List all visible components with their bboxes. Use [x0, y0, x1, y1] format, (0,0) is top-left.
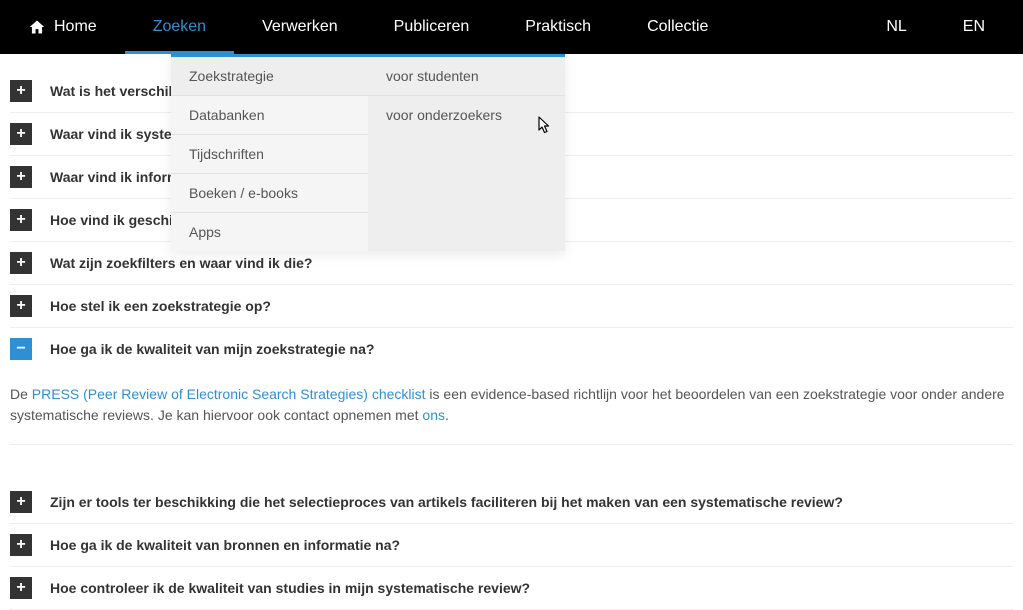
expand-icon: + — [10, 80, 32, 102]
nav-zoeken-label: Zoeken — [153, 18, 206, 36]
nav-praktisch-label: Praktisch — [525, 18, 591, 36]
accordion-item[interactable]: + Zijn er tools ter beschikking die het … — [10, 481, 1013, 524]
nav-lang-en-label: EN — [963, 18, 985, 36]
dropdown-sub-col: voor studenten voor onderzoekers — [368, 54, 565, 251]
nav-verwerken[interactable]: Verwerken — [234, 0, 366, 54]
expand-icon: + — [10, 491, 32, 513]
nav-verwerken-label: Verwerken — [262, 18, 338, 36]
press-checklist-link[interactable]: PRESS (Peer Review of Electronic Search … — [32, 386, 426, 402]
contact-ons-link[interactable]: ons — [422, 407, 445, 423]
expand-icon: + — [10, 209, 32, 231]
nav-lang-nl-label: NL — [886, 18, 906, 36]
accordion-title: Hoe stel ik een zoekstrategie op? — [50, 298, 271, 314]
home-icon — [28, 19, 46, 35]
navbar: Home Zoeken Verwerken Publiceren Praktis… — [0, 0, 1023, 54]
expand-icon: + — [10, 577, 32, 599]
nav-home-label: Home — [54, 18, 97, 36]
nav-collectie-label: Collectie — [647, 18, 708, 36]
accordion-title: Hoe ga ik de kwaliteit van mijn zoekstra… — [50, 341, 374, 357]
body-text: De — [10, 386, 32, 402]
expand-icon: + — [10, 123, 32, 145]
nav-lang-nl[interactable]: NL — [858, 0, 934, 54]
dropdown-primary-col: Zoekstrategie Databanken Tijdschriften B… — [171, 54, 368, 251]
expand-icon: + — [10, 295, 32, 317]
nav-praktisch[interactable]: Praktisch — [497, 0, 619, 54]
nav-spacer — [736, 0, 858, 54]
expand-icon: + — [10, 252, 32, 274]
body-text: . — [445, 407, 449, 423]
expand-icon: + — [10, 534, 32, 556]
dropdown-item-tijdschriften[interactable]: Tijdschriften — [171, 135, 368, 174]
accordion-item[interactable]: + Hoe stel ik een zoekstrategie op? — [10, 285, 1013, 328]
accordion-item[interactable]: + Hoe controleer ik de kwaliteit van stu… — [10, 567, 1013, 610]
accordion-item-open[interactable]: − Hoe ga ik de kwaliteit van mijn zoekst… — [10, 328, 1013, 370]
collapse-icon: − — [10, 338, 32, 360]
dropdown-item-voor-onderzoekers[interactable]: voor onderzoekers — [368, 96, 565, 134]
accordion-body: De PRESS (Peer Review of Electronic Sear… — [10, 370, 1013, 445]
accordion-title: Waar vind ik informa — [50, 169, 187, 185]
dropdown-item-databanken[interactable]: Databanken — [171, 96, 368, 135]
nav-publiceren[interactable]: Publiceren — [366, 0, 498, 54]
dropdown-item-boeken[interactable]: Boeken / e-books — [171, 174, 368, 213]
accordion-title: Wat zijn zoekfilters en waar vind ik die… — [50, 255, 312, 271]
dropdown-item-voor-studenten[interactable]: voor studenten — [368, 57, 565, 96]
accordion-item[interactable]: + Hoe ga ik de kwaliteit van bronnen en … — [10, 524, 1013, 567]
nav-zoeken[interactable]: Zoeken — [125, 0, 234, 54]
accordion-title: Zijn er tools ter beschikking die het se… — [50, 494, 843, 510]
section-gap — [10, 453, 1013, 481]
dropdown-zoeken: Zoekstrategie Databanken Tijdschriften B… — [171, 54, 565, 251]
accordion-title: Hoe ga ik de kwaliteit van bronnen en in… — [50, 537, 400, 553]
dropdown-item-apps[interactable]: Apps — [171, 213, 368, 251]
nav-home[interactable]: Home — [10, 0, 125, 54]
accordion-title: Hoe controleer ik de kwaliteit van studi… — [50, 580, 530, 596]
nav-collectie[interactable]: Collectie — [619, 0, 736, 54]
nav-lang-en[interactable]: EN — [935, 0, 1013, 54]
nav-publiceren-label: Publiceren — [394, 18, 470, 36]
expand-icon: + — [10, 166, 32, 188]
dropdown-item-zoekstrategie[interactable]: Zoekstrategie — [171, 57, 368, 96]
accordion-title: Wat is het verschil tu — [50, 83, 190, 99]
